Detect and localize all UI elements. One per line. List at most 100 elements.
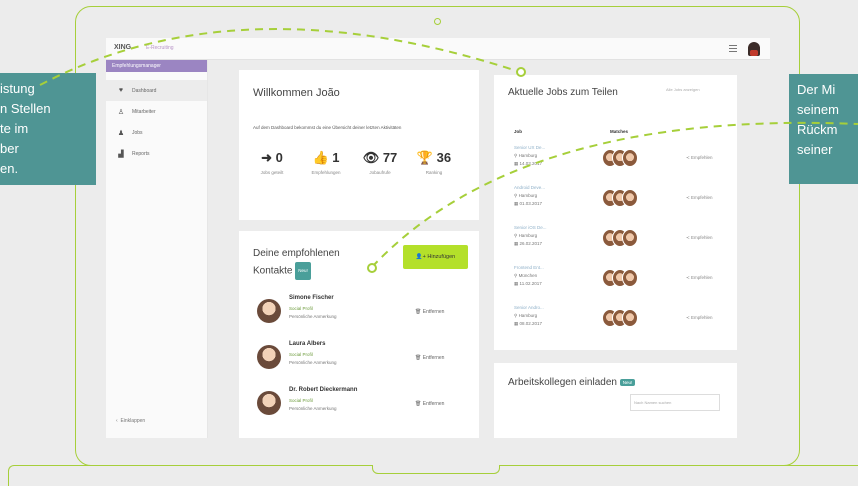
pin-icon: ⚲ [514, 153, 518, 158]
add-contact-button[interactable]: 👤+ Hinzufügen [403, 245, 468, 269]
collapse-label: Einklappen [120, 418, 146, 424]
user-avatar[interactable] [748, 42, 760, 56]
date-text: 26.02.2017 [519, 241, 543, 246]
calendar-icon: ▦ [514, 201, 519, 206]
social-profile-link[interactable]: Social Profil [289, 398, 313, 403]
menu-icon[interactable] [729, 45, 737, 52]
stat-ranking: 🏆 36 Ranking [411, 150, 457, 175]
sidebar-item-dashboard[interactable]: ♥ Dashboard [106, 80, 207, 101]
contact-item[interactable]: Simone Fischer Social Profil Persönliche… [253, 295, 468, 339]
match-avatars[interactable] [602, 229, 638, 249]
contact-name: Laura Albers [289, 341, 326, 347]
top-bar: XING E-Recruiting [106, 38, 770, 60]
stat-value: 0 [275, 150, 283, 165]
sidebar-item-mitarbeiter[interactable]: ♙ Mitarbeiter [106, 101, 207, 122]
sidebar-collapse[interactable]: ‹ Einklappen [116, 418, 145, 424]
match-avatars[interactable] [602, 309, 638, 329]
invite-title: Arbeitskollegen einladen Neu! [508, 377, 636, 388]
app-screen: XING E-Recruiting Empfehlungsmanager ♥ D… [106, 38, 770, 438]
job-row[interactable]: Senior UX De... ⚲ Hamburg ▦ 14.03.2017 ≺… [508, 145, 730, 183]
sidebar-item-jobs[interactable]: ♟ Jobs [106, 122, 207, 143]
remove-button[interactable]: 🗑 Entfernen [415, 309, 444, 315]
stat-views: 👁 77 Jobaufrufe [357, 150, 403, 175]
heart-icon: ♥ [118, 87, 124, 94]
add-icon: 👤+ [415, 254, 428, 260]
job-title[interactable]: Frontend Ent... [514, 265, 544, 270]
job-date: ▦ 14.03.2017 [514, 161, 542, 167]
invite-colleagues-card: Arbeitskollegen einladen Neu! Nach Namen… [494, 363, 737, 438]
match-avatars[interactable] [602, 149, 638, 169]
person-icon: ♟ [117, 129, 125, 137]
job-date: ▦ 26.02.2017 [514, 241, 542, 247]
laptop-notch [372, 465, 500, 474]
job-title[interactable]: Senior UX De... [514, 145, 545, 150]
recommend-button[interactable]: ≺ Empfehlen [686, 315, 713, 321]
calendar-icon: ▦ [514, 161, 519, 166]
recommend-button[interactable]: ≺ Empfehlen [686, 235, 713, 241]
remove-button[interactable]: 🗑 Entfernen [415, 401, 444, 407]
stat-recommendations: 👍 1 Empfehlungen [303, 150, 349, 175]
trash-icon: 🗑 [415, 355, 422, 361]
new-badge: Neu! [295, 262, 311, 280]
callout-line: te im [0, 121, 29, 136]
location-text: Hamburg [518, 233, 538, 238]
contact-item[interactable]: Laura Albers Social Profil Persönliche A… [253, 341, 468, 385]
job-title[interactable]: Android Deve... [514, 185, 545, 190]
app-logo[interactable]: XING [114, 44, 131, 51]
recommend-label: Empfehlen [691, 275, 713, 280]
stat-label: Jobs geteilt [260, 170, 284, 175]
job-location: ⚲ Hamburg [514, 153, 537, 159]
recommend-button[interactable]: ≺ Empfehlen [686, 155, 713, 161]
match-avatars[interactable] [602, 189, 638, 209]
social-profile-link[interactable]: Social Profil [289, 306, 313, 311]
date-text: 14.03.2017 [519, 161, 543, 166]
thumbs-up-icon: 👍 [312, 150, 329, 165]
callout-line: seinem [797, 102, 839, 117]
social-profile-link[interactable]: Social Profil [289, 352, 313, 357]
stat-value: 36 [436, 150, 452, 165]
recommend-button[interactable]: ≺ Empfehlen [686, 275, 713, 281]
avatar [257, 345, 281, 369]
recommend-label: Empfehlen [691, 315, 713, 320]
job-row[interactable]: Senior iOS De... ⚲ Hamburg ▦ 26.02.2017 … [508, 225, 730, 263]
contact-name: Dr. Robert Dieckermann [289, 387, 358, 393]
stat-label: Empfehlungen [311, 170, 341, 175]
calendar-icon: ▦ [514, 321, 519, 326]
remove-button[interactable]: 🗑 Entfernen [415, 355, 444, 361]
date-text: 01.03.2017 [519, 201, 543, 206]
invite-title-text: Arbeitskollegen einladen [508, 377, 617, 388]
column-header-matches: Matches [610, 129, 629, 134]
sidebar-item-reports[interactable]: ▟ Reports [106, 143, 207, 164]
location-text: Hamburg [518, 153, 538, 158]
recommend-button[interactable]: ≺ Empfehlen [686, 195, 713, 201]
recommend-label: Empfehlen [691, 195, 713, 200]
job-title[interactable]: Senior iOS De... [514, 225, 547, 230]
pin-icon: ⚲ [514, 233, 518, 238]
match-avatars[interactable] [602, 269, 638, 289]
job-row[interactable]: Frontend Ent... ⚲ München ▦ 11.02.2017 ≺… [508, 265, 730, 303]
share-icon: ➜ [261, 150, 273, 165]
app-subtitle: E-Recruiting [146, 45, 174, 51]
job-location: ⚲ Hamburg [514, 193, 537, 199]
stat-value: 77 [382, 150, 398, 165]
sidebar-header: Empfehlungsmanager [106, 60, 207, 72]
chart-icon: ▟ [118, 150, 124, 158]
calendar-icon: ▦ [514, 241, 519, 246]
calendar-icon: ▦ [514, 281, 519, 286]
contact-item[interactable]: Dr. Robert Dieckermann Social Profil Per… [253, 387, 468, 431]
stat-shared: ➜ 0 Jobs geteilt [249, 150, 295, 175]
location-text: München [518, 273, 538, 278]
job-row[interactable]: Senior Andro... ⚲ Hamburg ▦ 08.02.2017 ≺… [508, 305, 730, 343]
callout-left: istung n Stellen te im ber en. [0, 73, 96, 185]
avatar [257, 391, 281, 415]
show-all-jobs-link[interactable]: Alle Jobs anzeigen [666, 87, 700, 92]
stat-label: Jobaufrufe [369, 170, 391, 175]
job-location: ⚲ Hamburg [514, 233, 537, 239]
colleague-search-input[interactable]: Nach Namen suchen [630, 394, 720, 411]
job-row[interactable]: Android Deve... ⚲ Hamburg ▦ 01.03.2017 ≺… [508, 185, 730, 223]
contact-name: Simone Fischer [289, 295, 334, 301]
trophy-icon: 🏆 [416, 150, 434, 165]
job-title[interactable]: Senior Andro... [514, 305, 544, 310]
add-contact-label: Hinzufügen [427, 254, 456, 260]
sidebar: Empfehlungsmanager ♥ Dashboard ♙ Mitarbe… [106, 60, 208, 438]
